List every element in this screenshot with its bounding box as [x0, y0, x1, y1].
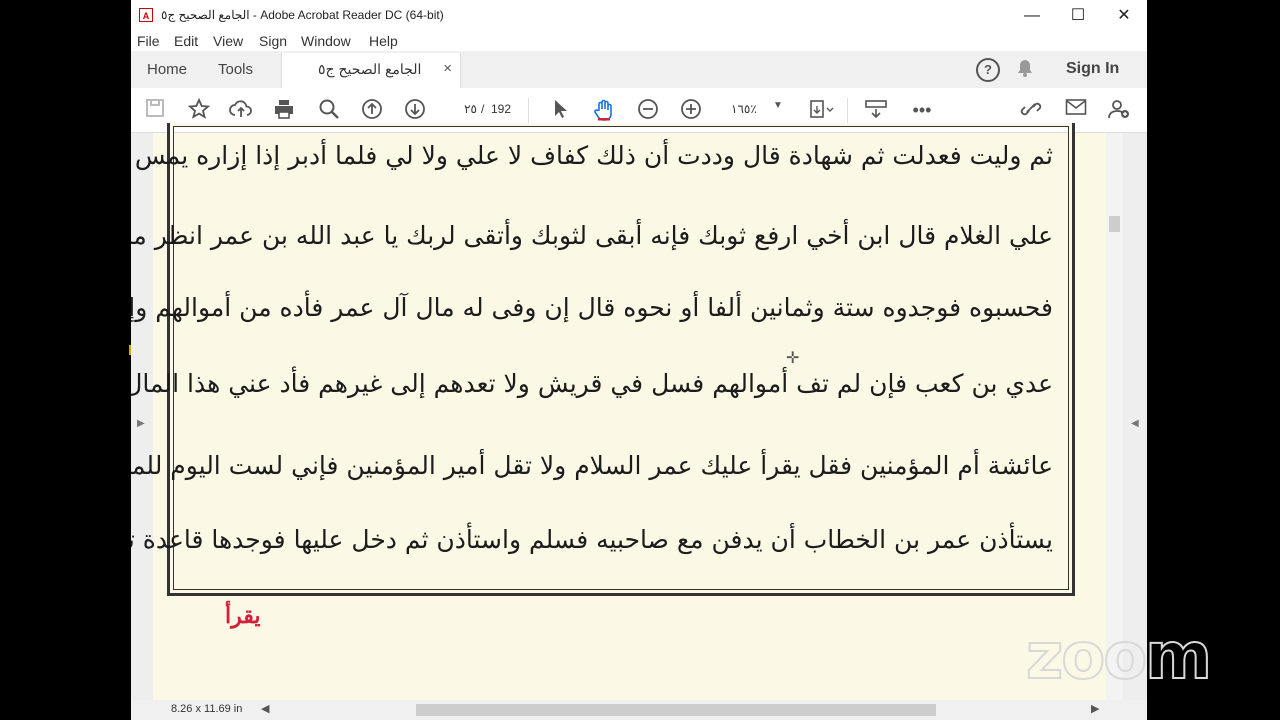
text-line: يستأذن عمر بن الخطاب أن يدفن مع صاحبيه ف…	[131, 525, 1053, 554]
sign-in-button[interactable]: Sign In	[1066, 60, 1119, 78]
title-bar: A الجامع الصحيح ج٥ - Adobe Acrobat Reade…	[131, 0, 1147, 31]
fit-page-icon[interactable]	[808, 98, 834, 122]
save-icon[interactable]	[143, 98, 167, 122]
page-separator: /	[481, 102, 485, 116]
acrobat-window: A الجامع الصحيح ج٥ - Adobe Acrobat Reade…	[131, 0, 1147, 720]
next-page-icon[interactable]	[403, 98, 427, 122]
toolbar-divider	[847, 98, 848, 124]
email-icon[interactable]	[1064, 98, 1088, 122]
page-number-input[interactable]: ٢٥	[447, 98, 477, 120]
zoom-dropdown-icon[interactable]: ▼	[773, 100, 783, 111]
move-cursor-icon: ✛	[786, 350, 800, 367]
maximize-button[interactable]: ☐	[1055, 0, 1101, 31]
tab-home[interactable]: Home	[147, 61, 187, 78]
bookmark-star-icon[interactable]	[187, 97, 211, 122]
zoom-level-input[interactable]: ١٦٥٪	[731, 102, 757, 116]
print-icon[interactable]	[272, 98, 296, 122]
zoom-watermark-logo: zoom	[1025, 619, 1213, 695]
bell-icon[interactable]	[1017, 59, 1033, 82]
text-line: عائشة أم المؤمنين فقل يقرأ عليك عمر السل…	[131, 451, 1053, 480]
horizontal-scrollbar[interactable]: ◀ ▶	[261, 703, 1101, 717]
menu-sign[interactable]: Sign	[259, 33, 287, 49]
zoom-out-icon[interactable]	[636, 98, 660, 122]
toolbar-divider	[528, 98, 529, 124]
minimize-button[interactable]: —	[1009, 0, 1055, 31]
scroll-mode-icon[interactable]	[864, 98, 888, 122]
document-tab-label: الجامع الصحيح ج٥	[318, 61, 422, 77]
status-bar: 8.26 x 11.69 in ◀ ▶	[131, 700, 1147, 720]
right-panel-toggle-icon[interactable]: ◀	[1131, 418, 1139, 429]
menu-view[interactable]: View	[213, 33, 243, 49]
menu-edit[interactable]: Edit	[174, 33, 198, 49]
menu-bar: File Edit View Sign Window Help	[131, 31, 1147, 51]
window-title: الجامع الصحيح ج٥ - Adobe Acrobat Reader …	[161, 8, 444, 22]
close-window-button[interactable]: ✕	[1101, 0, 1147, 31]
hand-tool-icon[interactable]	[592, 98, 616, 122]
menu-file[interactable]: File	[137, 33, 160, 49]
left-panel-toggle-icon[interactable]: ▶	[137, 418, 145, 429]
page-size-label: 8.26 x 11.69 in	[171, 703, 243, 715]
add-user-icon[interactable]	[1107, 98, 1131, 122]
share-link-icon[interactable]	[1019, 98, 1043, 122]
text-line: عدي بن كعب فإن لم تف أموالهم فسل في قريش…	[131, 369, 1053, 398]
more-tools-icon[interactable]: •••	[910, 98, 934, 122]
tab-document[interactable]: الجامع الصحيح ج٥ ×	[281, 53, 461, 88]
search-icon[interactable]	[317, 98, 341, 122]
previous-page-icon[interactable]	[360, 98, 384, 122]
pdf-app-icon: A	[139, 8, 153, 22]
tab-tools[interactable]: Tools	[218, 61, 253, 78]
pdf-page: ثم وليت فعدلت ثم شهادة قال وددت أن ذلك ك…	[131, 123, 1119, 700]
page-total: 192	[491, 102, 512, 116]
text-line: ثم وليت فعدلت ثم شهادة قال وددت أن ذلك ك…	[131, 141, 1053, 170]
scroll-right-icon[interactable]: ▶	[1091, 702, 1099, 715]
select-pointer-icon[interactable]	[549, 98, 573, 122]
tab-bar: Home Tools الجامع الصحيح ج٥ × ? Sign In	[131, 51, 1147, 89]
vertical-scrollbar[interactable]	[1106, 133, 1123, 700]
page-text-block: ثم وليت فعدلت ثم شهادة قال وددت أن ذلك ك…	[131, 133, 1053, 583]
close-tab-icon[interactable]: ×	[443, 60, 452, 77]
scroll-left-icon[interactable]: ◀	[261, 702, 269, 715]
help-icon[interactable]: ?	[976, 58, 1000, 82]
cloud-upload-icon[interactable]	[229, 98, 253, 122]
horizontal-scroll-thumb[interactable]	[416, 704, 936, 716]
text-line: علي الغلام قال ابن أخي ارفع ثوبك فإنه أب…	[131, 221, 1053, 250]
zoom-in-icon[interactable]	[679, 98, 703, 122]
menu-help[interactable]: Help	[369, 33, 398, 49]
menu-window[interactable]: Window	[301, 33, 351, 49]
document-viewer[interactable]: ثم وليت فعدلت ثم شهادة قال وددت أن ذلك ك…	[131, 123, 1147, 700]
vertical-scroll-thumb[interactable]	[1109, 216, 1120, 232]
text-line: فحسبوه فوجدوه ستة وثمانين ألفا أو نحوه ق…	[131, 293, 1053, 322]
red-margin-note: يقرأ	[225, 603, 261, 629]
